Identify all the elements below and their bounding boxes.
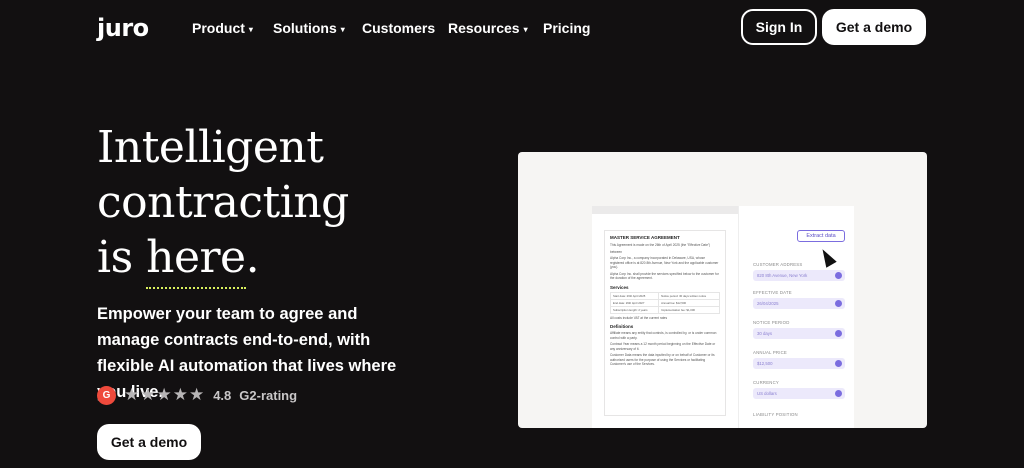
rating-score: 4.8 — [213, 387, 232, 403]
field-status-icon — [835, 390, 842, 397]
doc-note: All costs include VAT at the current rat… — [610, 315, 668, 320]
field-customer-address[interactable]: 820 8th Avenue, New York — [753, 270, 845, 281]
nav-customers[interactable]: Customers — [362, 20, 435, 36]
field-value: $12,500 — [757, 361, 773, 366]
nav-pricing[interactable]: Pricing — [543, 20, 590, 36]
doc-paragraph: This Agreement is made on the 26th of Ap… — [610, 243, 711, 247]
get-demo-hero-button[interactable]: Get a demo — [97, 424, 201, 460]
chevron-down-icon: ▾ — [340, 24, 345, 34]
field-label-liability-position: LIABILITY POSITION — [753, 412, 798, 417]
doc-section-heading: Definitions — [610, 324, 634, 329]
field-effective-date[interactable]: 26/04/2025 — [753, 298, 845, 309]
product-screenshot: MASTER SERVICE AGREEMENT This Agreement … — [518, 152, 927, 428]
table-row: Subscription length: 2 years Implementat… — [609, 305, 720, 314]
field-notice-period[interactable]: 30 days — [753, 328, 845, 339]
field-annual-price[interactable]: $12,500 — [753, 358, 845, 369]
extract-data-button[interactable]: Extract data — [797, 230, 845, 242]
chevron-down-icon: ▾ — [523, 24, 528, 34]
field-label-notice-period: NOTICE PERIOD — [753, 320, 790, 325]
doc-title: MASTER SERVICE AGREEMENT — [610, 235, 680, 240]
field-label-customer-address: CUSTOMER ADDRESS — [753, 262, 803, 267]
table-cell: Implementation fee: $1,000 — [658, 305, 720, 314]
hero-title-is: is — [97, 232, 147, 283]
field-value: 820 8th Avenue, New York — [757, 273, 808, 278]
nav-solutions[interactable]: Solutions ▾ — [273, 20, 345, 36]
doc-paragraph: Customer Data means the data inputted by… — [610, 353, 715, 366]
doc-paragraph: between — [610, 249, 623, 254]
hero-title-period: . — [245, 232, 260, 283]
field-status-icon — [835, 272, 842, 279]
hero-title-line2: contracting — [97, 177, 349, 228]
field-status-icon — [835, 360, 842, 367]
nav-resources[interactable]: Resources ▾ — [448, 20, 528, 36]
hero-title-here: here — [146, 232, 246, 289]
field-label-annual-price: ANNUAL PRICE — [753, 350, 787, 355]
nav-pricing-label: Pricing — [543, 20, 591, 36]
table-cell: Start date: 26th April 2025 — [609, 291, 660, 300]
field-status-icon — [835, 330, 842, 337]
hero-title-line3: is here. — [97, 230, 349, 289]
nav-resources-label: Resources — [448, 20, 520, 36]
nav-customers-label: Customers — [362, 20, 436, 36]
extract-data-label: Extract data — [806, 233, 836, 239]
table-cell: Subscription length: 2 years — [609, 305, 660, 314]
get-demo-nav-button[interactable]: Get a demo — [822, 9, 926, 45]
field-value: 30 days — [757, 331, 773, 336]
hero-title-line1: Intelligent — [97, 122, 324, 173]
doc-services-table: Start date: 26th April 2025 Notice perio… — [609, 291, 720, 314]
doc-paragraph: Affiliate means any entity that controls… — [610, 331, 717, 340]
table-cell: Notice period: 30 days written notice — [658, 291, 720, 300]
field-label-currency: CURRENCY — [753, 380, 779, 385]
juro-logo[interactable]: juro — [97, 14, 149, 42]
chevron-down-icon: ▾ — [248, 24, 253, 34]
field-value: US dollars — [757, 391, 777, 396]
field-value: 26/04/2025 — [757, 301, 779, 306]
g2-logo-icon: G — [97, 385, 116, 405]
nav-product-label: Product — [192, 20, 245, 36]
field-status-icon — [835, 300, 842, 307]
field-currency[interactable]: US dollars — [753, 388, 845, 399]
nav-product[interactable]: Product ▾ — [192, 20, 253, 36]
data-extraction-panel: Extract data CUSTOMER ADDRESS 820 8th Av… — [738, 206, 854, 428]
sign-in-button[interactable]: Sign In — [741, 9, 817, 45]
table-row: End date: 29th April 2027 Annual fee: $1… — [609, 298, 720, 307]
hero-title: Intelligent contracting is here. — [97, 120, 349, 289]
doc-paragraph: Contract Year means a 12 month period be… — [610, 342, 716, 351]
star-rating-icon: ★★★★★ — [124, 385, 206, 404]
g2-rating: G ★★★★★ 4.8 G2-rating — [97, 385, 297, 405]
nav-solutions-label: Solutions — [273, 20, 337, 36]
table-row: Start date: 26th April 2025 Notice perio… — [609, 291, 720, 300]
doc-paragraph: Alpha Corp Inc., a company incorporated … — [610, 256, 719, 269]
table-cell: Annual fee: $12,500 — [658, 298, 720, 307]
rating-label: G2-rating — [239, 387, 298, 403]
table-cell: End date: 29th April 2027 — [609, 298, 660, 307]
mouse-cursor-icon — [817, 246, 837, 268]
contract-document: MASTER SERVICE AGREEMENT This Agreement … — [604, 230, 726, 416]
field-label-effective-date: EFFECTIVE DATE — [753, 290, 792, 295]
doc-section-heading: Services — [610, 284, 629, 290]
doc-paragraph: Alpha Corp Inc. shall provide the servic… — [610, 271, 719, 281]
